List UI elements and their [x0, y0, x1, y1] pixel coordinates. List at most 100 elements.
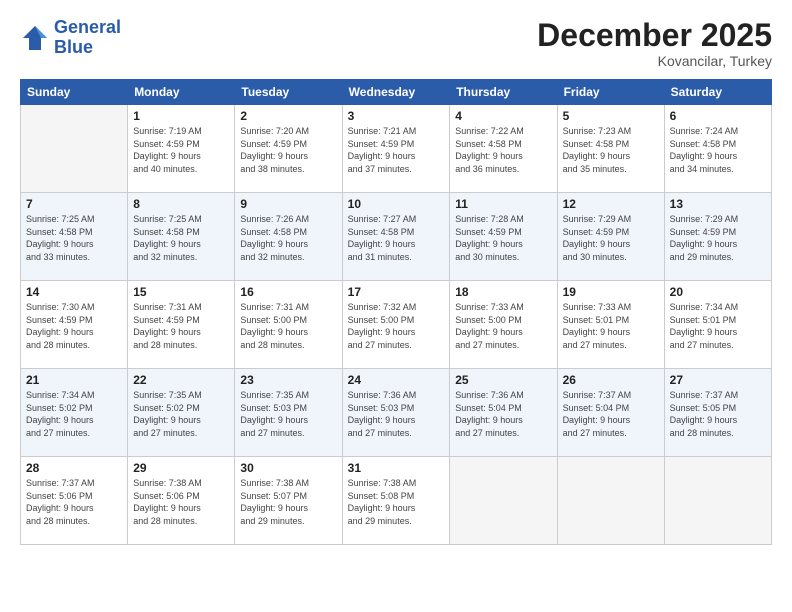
day-number: 10	[348, 197, 445, 211]
day-info: Sunrise: 7:26 AM Sunset: 4:58 PM Dayligh…	[240, 213, 336, 263]
day-info: Sunrise: 7:38 AM Sunset: 5:08 PM Dayligh…	[348, 477, 445, 527]
day-number: 9	[240, 197, 336, 211]
calendar-header-thursday: Thursday	[450, 80, 557, 105]
calendar-cell: 19 Sunrise: 7:33 AM Sunset: 5:01 PM Dayli…	[557, 281, 664, 369]
calendar-cell: 21 Sunrise: 7:34 AM Sunset: 5:02 PM Dayli…	[21, 369, 128, 457]
calendar-cell	[450, 457, 557, 545]
calendar-cell: 25Sunrise: 7:36 AM Sunset: 5:04 PM Dayli…	[450, 369, 557, 457]
day-info: Sunrise: 7:38 AM Sunset: 5:06 PM Dayligh…	[133, 477, 229, 527]
day-number: 8	[133, 197, 229, 211]
calendar-cell: 2 Sunrise: 7:20 AM Sunset: 4:59 PM Daylig…	[235, 105, 342, 193]
calendar-cell: 7 Sunrise: 7:25 AM Sunset: 4:58 PM Daylig…	[21, 193, 128, 281]
day-info: Sunrise: 7:20 AM Sunset: 4:59 PM Dayligh…	[240, 125, 336, 175]
day-number: 4	[455, 109, 551, 123]
day-info: Sunrise: 7:33 AM Sunset: 5:01 PM Dayligh…	[563, 301, 659, 351]
day-info: Sunrise: 7:29 AM Sunset: 4:59 PM Dayligh…	[563, 213, 659, 263]
day-number: 15	[133, 285, 229, 299]
day-number: 18	[455, 285, 551, 299]
day-info: Sunrise: 7:34 AM Sunset: 5:02 PM Dayligh…	[26, 389, 122, 439]
day-number: 19	[563, 285, 659, 299]
calendar-cell: 14 Sunrise: 7:30 AM Sunset: 4:59 PM Dayli…	[21, 281, 128, 369]
calendar-cell: 31 Sunrise: 7:38 AM Sunset: 5:08 PM Dayli…	[342, 457, 450, 545]
day-number: 28	[26, 461, 122, 475]
month-title: December 2025	[537, 18, 772, 53]
calendar-cell: 28 Sunrise: 7:37 AM Sunset: 5:06 PM Dayli…	[21, 457, 128, 545]
day-number: 22	[133, 373, 229, 387]
day-number: 11	[455, 197, 551, 211]
calendar-cell: 23 Sunrise: 7:35 AM Sunset: 5:03 PM Dayli…	[235, 369, 342, 457]
calendar-cell: 12 Sunrise: 7:29 AM Sunset: 4:59 PM Dayli…	[557, 193, 664, 281]
day-info: Sunrise: 7:34 AM Sunset: 5:01 PM Dayligh…	[670, 301, 766, 351]
day-number: 27	[670, 373, 766, 387]
calendar-cell: 20Sunrise: 7:34 AM Sunset: 5:01 PM Dayli…	[664, 281, 771, 369]
day-info: Sunrise: 7:37 AM Sunset: 5:04 PM Dayligh…	[563, 389, 659, 439]
calendar-cell	[557, 457, 664, 545]
day-info: Sunrise: 7:19 AM Sunset: 4:59 PM Dayligh…	[133, 125, 229, 175]
day-info: Sunrise: 7:38 AM Sunset: 5:07 PM Dayligh…	[240, 477, 336, 527]
calendar-cell: 22 Sunrise: 7:35 AM Sunset: 5:02 PM Dayli…	[128, 369, 235, 457]
day-number: 5	[563, 109, 659, 123]
calendar-cell: 27 Sunrise: 7:37 AM Sunset: 5:05 PM Dayli…	[664, 369, 771, 457]
calendar-body: 1 Sunrise: 7:19 AM Sunset: 4:59 PM Daylig…	[21, 105, 772, 545]
day-number: 7	[26, 197, 122, 211]
calendar-cell: 4Sunrise: 7:22 AM Sunset: 4:58 PM Daylig…	[450, 105, 557, 193]
day-info: Sunrise: 7:28 AM Sunset: 4:59 PM Dayligh…	[455, 213, 551, 263]
logo: General Blue	[20, 18, 121, 58]
day-number: 21	[26, 373, 122, 387]
calendar-cell: 16Sunrise: 7:31 AM Sunset: 5:00 PM Dayli…	[235, 281, 342, 369]
calendar-week-row: 7 Sunrise: 7:25 AM Sunset: 4:58 PM Daylig…	[21, 193, 772, 281]
page: General Blue December 2025 Kovancilar, T…	[0, 0, 792, 612]
day-number: 2	[240, 109, 336, 123]
day-number: 25	[455, 373, 551, 387]
day-number: 3	[348, 109, 445, 123]
day-number: 31	[348, 461, 445, 475]
day-number: 1	[133, 109, 229, 123]
day-info: Sunrise: 7:33 AM Sunset: 5:00 PM Dayligh…	[455, 301, 551, 351]
calendar-cell: 10 Sunrise: 7:27 AM Sunset: 4:58 PM Dayli…	[342, 193, 450, 281]
day-number: 26	[563, 373, 659, 387]
calendar-cell	[21, 105, 128, 193]
calendar-cell: 26 Sunrise: 7:37 AM Sunset: 5:04 PM Dayli…	[557, 369, 664, 457]
day-info: Sunrise: 7:31 AM Sunset: 5:00 PM Dayligh…	[240, 301, 336, 351]
day-number: 13	[670, 197, 766, 211]
calendar-header-saturday: Saturday	[664, 80, 771, 105]
header: General Blue December 2025 Kovancilar, T…	[20, 18, 772, 69]
day-info: Sunrise: 7:37 AM Sunset: 5:05 PM Dayligh…	[670, 389, 766, 439]
day-info: Sunrise: 7:24 AM Sunset: 4:58 PM Dayligh…	[670, 125, 766, 175]
calendar-header-tuesday: Tuesday	[235, 80, 342, 105]
day-info: Sunrise: 7:29 AM Sunset: 4:59 PM Dayligh…	[670, 213, 766, 263]
day-info: Sunrise: 7:30 AM Sunset: 4:59 PM Dayligh…	[26, 301, 122, 351]
calendar-cell: 13 Sunrise: 7:29 AM Sunset: 4:59 PM Dayli…	[664, 193, 771, 281]
day-number: 17	[348, 285, 445, 299]
logo-text: General Blue	[54, 18, 121, 58]
day-info: Sunrise: 7:25 AM Sunset: 4:58 PM Dayligh…	[26, 213, 122, 263]
calendar-cell: 1 Sunrise: 7:19 AM Sunset: 4:59 PM Daylig…	[128, 105, 235, 193]
calendar-week-row: 1 Sunrise: 7:19 AM Sunset: 4:59 PM Daylig…	[21, 105, 772, 193]
calendar-header-friday: Friday	[557, 80, 664, 105]
calendar-cell: 8Sunrise: 7:25 AM Sunset: 4:58 PM Daylig…	[128, 193, 235, 281]
calendar-header-wednesday: Wednesday	[342, 80, 450, 105]
day-number: 14	[26, 285, 122, 299]
day-info: Sunrise: 7:27 AM Sunset: 4:58 PM Dayligh…	[348, 213, 445, 263]
day-info: Sunrise: 7:23 AM Sunset: 4:58 PM Dayligh…	[563, 125, 659, 175]
calendar-cell: 29Sunrise: 7:38 AM Sunset: 5:06 PM Dayli…	[128, 457, 235, 545]
title-area: December 2025 Kovancilar, Turkey	[537, 18, 772, 69]
day-number: 12	[563, 197, 659, 211]
calendar-cell: 24Sunrise: 7:36 AM Sunset: 5:03 PM Dayli…	[342, 369, 450, 457]
calendar-header-sunday: Sunday	[21, 80, 128, 105]
day-info: Sunrise: 7:35 AM Sunset: 5:03 PM Dayligh…	[240, 389, 336, 439]
calendar-header-row: SundayMondayTuesdayWednesdayThursdayFrid…	[21, 80, 772, 105]
day-info: Sunrise: 7:21 AM Sunset: 4:59 PM Dayligh…	[348, 125, 445, 175]
calendar-week-row: 21 Sunrise: 7:34 AM Sunset: 5:02 PM Dayli…	[21, 369, 772, 457]
day-number: 6	[670, 109, 766, 123]
day-info: Sunrise: 7:37 AM Sunset: 5:06 PM Dayligh…	[26, 477, 122, 527]
calendar-cell: 15Sunrise: 7:31 AM Sunset: 4:59 PM Dayli…	[128, 281, 235, 369]
calendar-week-row: 14 Sunrise: 7:30 AM Sunset: 4:59 PM Dayli…	[21, 281, 772, 369]
calendar-header-monday: Monday	[128, 80, 235, 105]
calendar-cell: 5 Sunrise: 7:23 AM Sunset: 4:58 PM Daylig…	[557, 105, 664, 193]
day-info: Sunrise: 7:32 AM Sunset: 5:00 PM Dayligh…	[348, 301, 445, 351]
calendar-cell: 9 Sunrise: 7:26 AM Sunset: 4:58 PM Daylig…	[235, 193, 342, 281]
day-info: Sunrise: 7:35 AM Sunset: 5:02 PM Dayligh…	[133, 389, 229, 439]
logo-line2: Blue	[54, 37, 93, 57]
day-number: 23	[240, 373, 336, 387]
